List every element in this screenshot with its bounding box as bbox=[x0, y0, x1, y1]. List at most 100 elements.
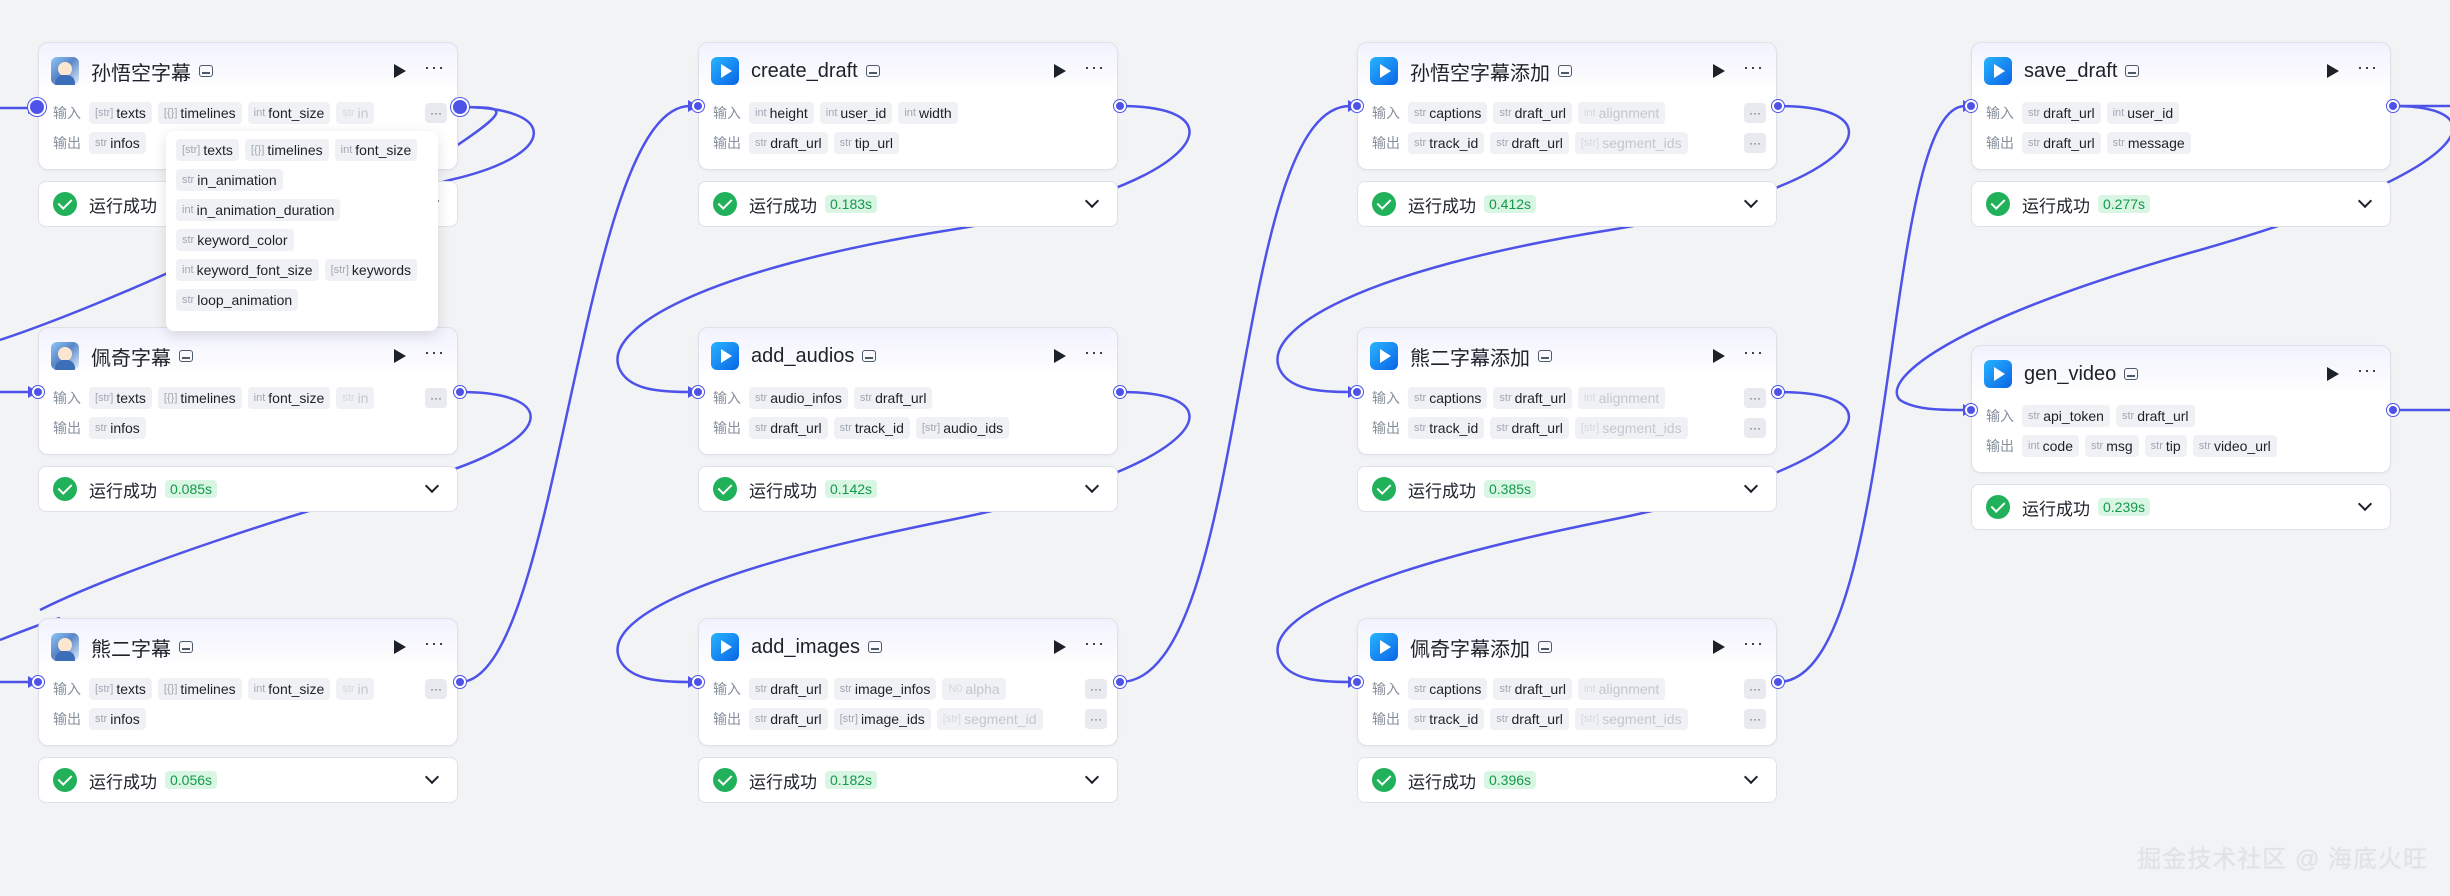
chevron-down-icon[interactable] bbox=[424, 769, 440, 785]
param-type: str bbox=[839, 422, 852, 434]
expand-params-button[interactable]: ··· bbox=[1744, 709, 1766, 729]
node-xionger-subtitle[interactable]: 熊二字幕 ··· 输入 [str] texts [{}] timelines int… bbox=[38, 618, 458, 746]
expand-params-button[interactable]: ··· bbox=[425, 388, 447, 408]
more-options-button[interactable]: ··· bbox=[1743, 343, 1764, 369]
run-node-button[interactable] bbox=[1713, 640, 1726, 654]
chevron-down-icon[interactable] bbox=[1743, 478, 1759, 494]
node-add-images[interactable]: add_images ··· 输入 str draft_url str image_… bbox=[698, 618, 1118, 746]
run-node-button[interactable] bbox=[394, 640, 407, 654]
node-xionger-subtitle-add[interactable]: 熊二字幕添加 ··· 输入 str captions str draft_url i… bbox=[1357, 327, 1777, 455]
input-port[interactable] bbox=[692, 676, 704, 688]
param-tag: str tip bbox=[2144, 435, 2187, 457]
param-name: image_infos bbox=[854, 681, 931, 697]
output-port[interactable] bbox=[1114, 100, 1126, 112]
run-node-button[interactable] bbox=[1054, 349, 1067, 363]
more-options-button[interactable]: ··· bbox=[424, 634, 445, 660]
param-name: font_size bbox=[268, 105, 325, 121]
more-options-button[interactable]: ··· bbox=[2357, 361, 2378, 387]
expand-params-button[interactable]: ··· bbox=[1085, 679, 1107, 699]
run-status-bar[interactable]: 运行成功 0.412s bbox=[1357, 181, 1777, 227]
node-peppa-subtitle-add[interactable]: 佩奇字幕添加 ··· 输入 str captions str draft_url i… bbox=[1357, 618, 1777, 746]
output-port[interactable] bbox=[451, 98, 469, 116]
output-port[interactable] bbox=[2387, 100, 2399, 112]
run-node-button[interactable] bbox=[1713, 64, 1726, 78]
input-port[interactable] bbox=[1351, 386, 1363, 398]
more-options-button[interactable]: ··· bbox=[424, 58, 445, 84]
input-port[interactable] bbox=[1351, 100, 1363, 112]
more-options-button[interactable]: ··· bbox=[1743, 58, 1764, 84]
node-sunwukong-subtitle-add[interactable]: 孙悟空字幕添加 ··· 输入 str captions str draft_url … bbox=[1357, 42, 1777, 170]
node-gen-video[interactable]: gen_video ··· 输入 str api_token str draft_u… bbox=[1971, 345, 2391, 473]
input-port[interactable] bbox=[1965, 404, 1977, 416]
param-tag: int alignment bbox=[1577, 678, 1666, 700]
output-port[interactable] bbox=[454, 386, 466, 398]
run-status-bar[interactable]: 运行成功 0.142s bbox=[698, 466, 1118, 512]
param-name: infos bbox=[110, 420, 140, 436]
more-options-button[interactable]: ··· bbox=[1084, 58, 1105, 84]
run-node-button[interactable] bbox=[394, 64, 407, 78]
run-status-bar[interactable]: 运行成功 0.085s bbox=[38, 466, 458, 512]
chevron-down-icon[interactable] bbox=[424, 478, 440, 494]
input-port[interactable] bbox=[1351, 676, 1363, 688]
node-create-draft[interactable]: create_draft ··· 输入 int height int user_id… bbox=[698, 42, 1118, 170]
expand-params-button[interactable]: ··· bbox=[1744, 103, 1766, 123]
input-port[interactable] bbox=[692, 100, 704, 112]
chevron-down-icon[interactable] bbox=[1084, 769, 1100, 785]
input-port[interactable] bbox=[692, 386, 704, 398]
chevron-down-icon[interactable] bbox=[1743, 769, 1759, 785]
input-port[interactable] bbox=[32, 386, 44, 398]
input-params-row: 输入 str audio_infos str draft_url bbox=[713, 386, 1107, 410]
run-node-button[interactable] bbox=[2327, 367, 2340, 381]
run-duration-badge: 0.412s bbox=[1484, 195, 1537, 213]
run-status-bar[interactable]: 运行成功 0.277s bbox=[1971, 181, 2391, 227]
node-save-draft[interactable]: save_draft ··· 输入 str draft_url int user_i… bbox=[1971, 42, 2391, 170]
output-port[interactable] bbox=[1772, 100, 1784, 112]
run-status-bar[interactable]: 运行成功 0.385s bbox=[1357, 466, 1777, 512]
expand-params-button[interactable]: ··· bbox=[425, 679, 447, 699]
param-type: [str] bbox=[839, 713, 858, 725]
input-port[interactable] bbox=[28, 98, 46, 116]
run-status-bar[interactable]: 运行成功 0.396s bbox=[1357, 757, 1777, 803]
run-status-bar[interactable]: 运行成功 0.056s bbox=[38, 757, 458, 803]
node-add-audios[interactable]: add_audios ··· 输入 str audio_infos str draf… bbox=[698, 327, 1118, 455]
param-type: str bbox=[95, 137, 108, 149]
expand-params-button[interactable]: ··· bbox=[1085, 709, 1107, 729]
run-status-bar[interactable]: 运行成功 0.182s bbox=[698, 757, 1118, 803]
chevron-down-icon[interactable] bbox=[1743, 193, 1759, 209]
run-status-bar[interactable]: 运行成功 0.183s bbox=[698, 181, 1118, 227]
more-options-button[interactable]: ··· bbox=[1743, 634, 1764, 660]
expand-params-button[interactable]: ··· bbox=[1744, 679, 1766, 699]
param-type: [str] bbox=[95, 392, 114, 404]
input-port[interactable] bbox=[32, 676, 44, 688]
output-params-row: 输出 str draft_url str track_id [str] audio_i… bbox=[713, 416, 1107, 440]
output-port[interactable] bbox=[1772, 676, 1784, 688]
run-status-bar[interactable]: 运行成功 0.239s bbox=[1971, 484, 2391, 530]
chevron-down-icon[interactable] bbox=[2357, 193, 2373, 209]
run-node-button[interactable] bbox=[1054, 64, 1067, 78]
expand-params-button[interactable]: ··· bbox=[1744, 388, 1766, 408]
expand-params-button[interactable]: ··· bbox=[1744, 133, 1766, 153]
run-node-button[interactable] bbox=[394, 349, 407, 363]
more-options-button[interactable]: ··· bbox=[1084, 634, 1105, 660]
plugin-badge-icon bbox=[1538, 350, 1552, 362]
run-node-button[interactable] bbox=[1054, 640, 1067, 654]
run-node-button[interactable] bbox=[2327, 64, 2340, 78]
output-port[interactable] bbox=[1772, 386, 1784, 398]
output-port[interactable] bbox=[1114, 386, 1126, 398]
node-peppa-subtitle[interactable]: 佩奇字幕 ··· 输入 [str] texts [{}] timelines int… bbox=[38, 327, 458, 455]
more-options-button[interactable]: ··· bbox=[2357, 58, 2378, 84]
status-text: 运行成功 bbox=[1408, 481, 1476, 501]
more-options-button[interactable]: ··· bbox=[1084, 343, 1105, 369]
output-port[interactable] bbox=[454, 676, 466, 688]
output-port[interactable] bbox=[2387, 404, 2399, 416]
output-port[interactable] bbox=[1114, 676, 1126, 688]
chevron-down-icon[interactable] bbox=[2357, 496, 2373, 512]
chevron-down-icon[interactable] bbox=[1084, 193, 1100, 209]
expand-params-button[interactable]: ··· bbox=[1744, 418, 1766, 438]
run-node-button[interactable] bbox=[1713, 349, 1726, 363]
chevron-down-icon[interactable] bbox=[1084, 478, 1100, 494]
input-port[interactable] bbox=[1965, 100, 1977, 112]
expand-params-button[interactable]: ··· bbox=[425, 103, 447, 123]
param-tag: [str] segment_id bbox=[936, 708, 1043, 730]
more-options-button[interactable]: ··· bbox=[424, 343, 445, 369]
